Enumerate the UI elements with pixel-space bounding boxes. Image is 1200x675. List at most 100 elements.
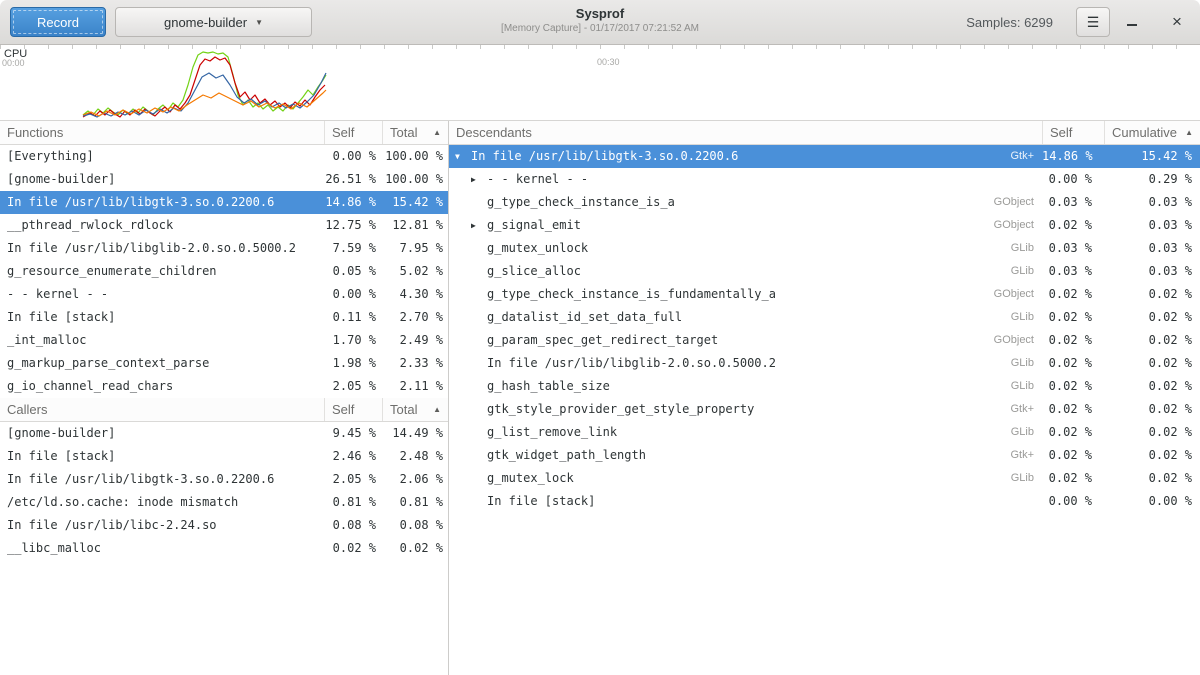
expander-expanded-icon[interactable]: ▼ xyxy=(455,145,471,168)
self-percent: 1.98 % xyxy=(324,352,382,375)
table-row[interactable]: In file [stack]2.46 %2.48 % xyxy=(0,445,448,468)
headerbar: Record gnome-builder ▼ Sysprof [Memory C… xyxy=(0,0,1200,45)
table-row[interactable]: g_type_check_instance_is_aGObject0.03 %0… xyxy=(449,191,1200,214)
library-category-label: GLib xyxy=(972,237,1042,260)
table-row[interactable]: g_list_remove_linkGLib0.02 %0.02 % xyxy=(449,421,1200,444)
table-row[interactable]: In file /usr/lib/libgtk-3.so.0.2200.614.… xyxy=(0,191,448,214)
table-row[interactable]: __libc_malloc0.02 %0.02 % xyxy=(0,537,448,560)
table-row[interactable]: ▶- - kernel - -0.00 %0.29 % xyxy=(449,168,1200,191)
function-name: [gnome-builder] xyxy=(0,422,324,445)
cumulative-percent: 0.29 % xyxy=(1104,168,1200,191)
function-name: In file /usr/lib/libgtk-3.so.0.2200.6 xyxy=(471,145,972,168)
table-row[interactable]: gtk_style_provider_get_style_propertyGtk… xyxy=(449,398,1200,421)
total-percent: 2.06 % xyxy=(382,468,448,491)
total-percent: 14.49 % xyxy=(382,422,448,445)
cumulative-percent: 0.02 % xyxy=(1104,421,1200,444)
table-row[interactable]: [gnome-builder]9.45 %14.49 % xyxy=(0,422,448,445)
cumulative-percent: 0.00 % xyxy=(1104,490,1200,513)
column-header-total-label: Total xyxy=(390,125,417,140)
function-name: g_hash_table_size xyxy=(487,375,972,398)
table-row[interactable]: g_type_check_instance_is_fundamentally_a… xyxy=(449,283,1200,306)
function-name: In file [stack] xyxy=(487,490,972,513)
table-row[interactable]: g_datalist_id_set_data_fullGLib0.02 %0.0… xyxy=(449,306,1200,329)
callers-table: [gnome-builder]9.45 %14.49 %In file [sta… xyxy=(0,422,448,560)
expander-collapsed-icon[interactable]: ▶ xyxy=(471,214,487,237)
table-row[interactable]: gtk_widget_path_lengthGtk+0.02 %0.02 % xyxy=(449,444,1200,467)
table-row[interactable]: /etc/ld.so.cache: inode mismatch0.81 %0.… xyxy=(0,491,448,514)
table-row[interactable]: g_param_spec_get_redirect_targetGObject0… xyxy=(449,329,1200,352)
function-name: In file /usr/lib/libgtk-3.so.0.2200.6 xyxy=(0,191,324,214)
menu-button[interactable]: ☰ xyxy=(1076,7,1110,37)
table-row[interactable]: In file [stack]0.00 %0.00 % xyxy=(449,490,1200,513)
total-percent: 12.81 % xyxy=(382,214,448,237)
self-percent: 0.02 % xyxy=(1042,467,1104,490)
close-button[interactable]: × xyxy=(1164,9,1190,35)
table-row[interactable]: g_slice_allocGLib0.03 %0.03 % xyxy=(449,260,1200,283)
function-name: g_mutex_lock xyxy=(487,467,972,490)
cumulative-percent: 0.02 % xyxy=(1104,398,1200,421)
right-panel: Descendants Self Cumulative ▲ ▼In file /… xyxy=(449,121,1200,675)
column-header-total-label: Total xyxy=(390,402,417,417)
function-name: - - kernel - - xyxy=(0,283,324,306)
table-row[interactable]: In file [stack]0.11 %2.70 % xyxy=(0,306,448,329)
column-header-self[interactable]: Self xyxy=(324,121,382,144)
table-row[interactable]: [Everything]0.00 %100.00 % xyxy=(0,145,448,168)
table-row[interactable]: ▼In file /usr/lib/libgtk-3.so.0.2200.6Gt… xyxy=(449,145,1200,168)
column-header-self[interactable]: Self xyxy=(1042,121,1104,144)
table-row[interactable]: g_resource_enumerate_children0.05 %5.02 … xyxy=(0,260,448,283)
table-row[interactable]: _int_malloc1.70 %2.49 % xyxy=(0,329,448,352)
function-name: g_signal_emit xyxy=(487,214,972,237)
column-header-total[interactable]: Total ▲ xyxy=(382,121,448,144)
titlebar-title-block: Sysprof [Memory Capture] - 01/17/2017 07… xyxy=(501,6,699,34)
function-name: In file [stack] xyxy=(0,445,324,468)
table-row[interactable]: In file /usr/lib/libgtk-3.so.0.2200.62.0… xyxy=(0,468,448,491)
library-category-label: GObject xyxy=(972,283,1042,306)
self-percent: 2.05 % xyxy=(324,468,382,491)
window-title: Sysprof xyxy=(501,6,699,21)
total-percent: 100.00 % xyxy=(382,145,448,168)
function-name: /etc/ld.so.cache: inode mismatch xyxy=(0,491,324,514)
left-panel: Functions Self Total ▲ [Everything]0.00 … xyxy=(0,121,449,675)
timeline-mid-label: 00:30 xyxy=(597,57,620,67)
column-header-total[interactable]: Total ▲ xyxy=(382,398,448,421)
minimize-icon xyxy=(1127,24,1137,26)
table-row[interactable]: - - kernel - -0.00 %4.30 % xyxy=(0,283,448,306)
column-header-functions[interactable]: Functions xyxy=(0,121,324,144)
expander-collapsed-icon[interactable]: ▶ xyxy=(471,168,487,191)
process-selector-dropdown[interactable]: gnome-builder ▼ xyxy=(115,7,312,37)
table-row[interactable]: g_io_channel_read_chars2.05 %2.11 % xyxy=(0,375,448,398)
table-row[interactable]: g_markup_parse_context_parse1.98 %2.33 % xyxy=(0,352,448,375)
self-percent: 0.02 % xyxy=(1042,398,1104,421)
self-percent: 0.00 % xyxy=(1042,168,1104,191)
function-name: In file /usr/lib/libgtk-3.so.0.2200.6 xyxy=(0,468,324,491)
table-row[interactable]: [gnome-builder]26.51 %100.00 % xyxy=(0,168,448,191)
table-row[interactable]: __pthread_rwlock_rdlock12.75 %12.81 % xyxy=(0,214,448,237)
table-row[interactable]: In file /usr/lib/libc-2.24.so0.08 %0.08 … xyxy=(0,514,448,537)
cumulative-percent: 15.42 % xyxy=(1104,145,1200,168)
table-row[interactable]: g_mutex_unlockGLib0.03 %0.03 % xyxy=(449,237,1200,260)
function-name: gtk_widget_path_length xyxy=(487,444,972,467)
column-header-cumulative[interactable]: Cumulative ▲ xyxy=(1104,121,1200,144)
total-percent: 0.02 % xyxy=(382,537,448,560)
table-row[interactable]: ▶g_signal_emitGObject0.02 %0.03 % xyxy=(449,214,1200,237)
cpu-graph[interactable]: CPU 00:00 00:30 xyxy=(0,45,1200,121)
total-percent: 2.11 % xyxy=(382,375,448,398)
record-button[interactable]: Record xyxy=(10,7,106,37)
table-row[interactable]: g_mutex_lockGLib0.02 %0.02 % xyxy=(449,467,1200,490)
column-header-self[interactable]: Self xyxy=(324,398,382,421)
table-row[interactable]: In file /usr/lib/libglib-2.0.so.0.5000.2… xyxy=(449,352,1200,375)
close-icon: × xyxy=(1172,12,1182,32)
column-header-callers[interactable]: Callers xyxy=(0,398,324,421)
minimize-button[interactable] xyxy=(1119,9,1145,35)
hamburger-icon: ☰ xyxy=(1087,14,1100,30)
table-row[interactable]: In file /usr/lib/libglib-2.0.so.0.5000.2… xyxy=(0,237,448,260)
function-name: g_type_check_instance_is_a xyxy=(487,191,972,214)
self-percent: 0.02 % xyxy=(324,537,382,560)
process-selector-label: gnome-builder xyxy=(164,15,247,30)
profile-panes: Functions Self Total ▲ [Everything]0.00 … xyxy=(0,121,1200,675)
cumulative-percent: 0.03 % xyxy=(1104,191,1200,214)
table-row[interactable]: g_hash_table_sizeGLib0.02 %0.02 % xyxy=(449,375,1200,398)
self-percent: 0.00 % xyxy=(324,145,382,168)
column-header-descendants[interactable]: Descendants xyxy=(449,121,1042,144)
self-percent: 7.59 % xyxy=(324,237,382,260)
